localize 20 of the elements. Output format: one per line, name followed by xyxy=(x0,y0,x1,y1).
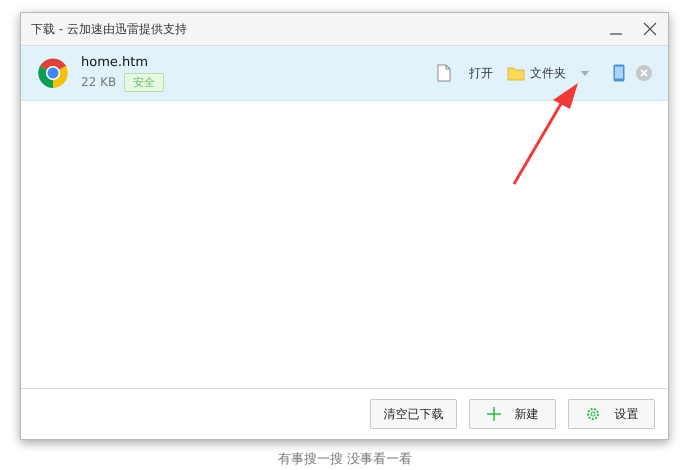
file-name: home.htm xyxy=(81,54,149,70)
safe-badge: 安全 xyxy=(124,72,164,92)
remove-icon[interactable] xyxy=(636,65,652,81)
file-size: 22 KB xyxy=(81,75,116,89)
gear-icon xyxy=(584,406,600,422)
settings-button[interactable]: 设置 xyxy=(568,399,655,429)
caret-icon[interactable] xyxy=(581,70,589,76)
download-item[interactable]: home.htm 22 KB 安全 打开 文件夹 xyxy=(21,46,668,101)
plus-icon xyxy=(486,407,500,421)
folder-link[interactable]: 文件夹 xyxy=(530,64,566,82)
close-icon[interactable] xyxy=(642,21,658,37)
window-title: 下载 - 云加速由迅雷提供支持 xyxy=(31,20,187,38)
background-caption: 有事搜一搜 没事看一看 xyxy=(276,451,414,468)
folder-icon[interactable] xyxy=(507,66,525,80)
open-link[interactable]: 打开 xyxy=(469,64,493,82)
document-icon[interactable] xyxy=(437,64,451,82)
browser-logo-icon xyxy=(37,57,69,89)
phone-icon[interactable] xyxy=(613,64,625,82)
clear-button[interactable]: 清空已下载 xyxy=(370,399,457,429)
new-button[interactable]: 新建 xyxy=(469,399,556,429)
